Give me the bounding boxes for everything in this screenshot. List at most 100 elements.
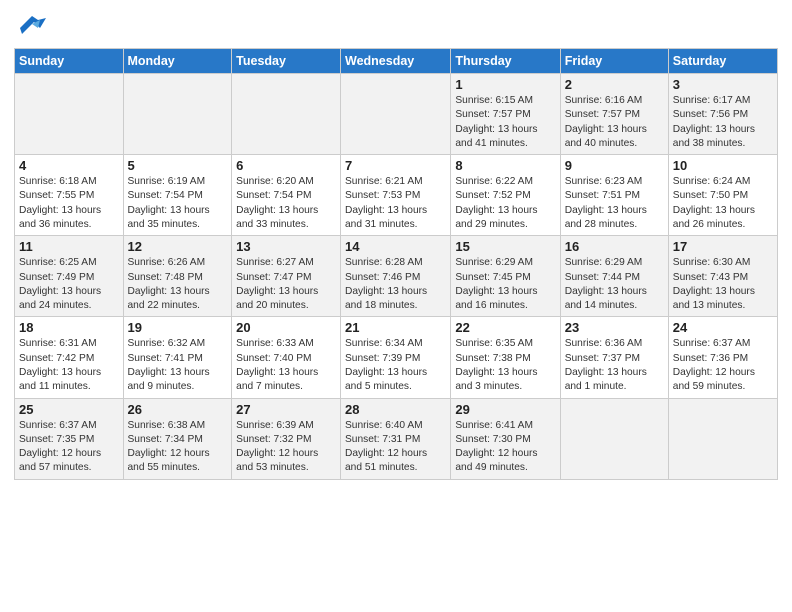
calendar-week-row: 18 Sunrise: 6:31 AM Sunset: 7:42 PM Dayli… [15,317,778,398]
day-info: Sunrise: 6:15 AM Sunset: 7:57 PM Dayligh… [455,94,555,151]
calendar-cell: 8 Sunrise: 6:22 AM Sunset: 7:52 PM Daylig… [451,155,560,236]
day-number: 20 [236,320,336,335]
day-number: 3 [673,77,773,92]
calendar-cell: 6Sunrise: 6:20 AM Sunset: 7:54 PM Daylig… [232,155,341,236]
day-info: Sunrise: 6:31 AM Sunset: 7:42 PM Dayligh… [19,337,119,394]
day-number: 22 [455,320,555,335]
day-number: 25 [19,402,119,417]
day-info: Sunrise: 6:27 AM Sunset: 7:47 PM Dayligh… [236,256,336,313]
day-of-week-header: Tuesday [232,49,341,74]
day-info: Sunrise: 6:20 AM Sunset: 7:54 PM Dayligh… [236,175,336,232]
day-number: 29 [455,402,555,417]
calendar-cell: 16 Sunrise: 6:29 AM Sunset: 7:44 PM Dayli… [560,236,668,317]
day-number: 7 [345,158,446,173]
day-info: Sunrise: 6:36 AM Sunset: 7:37 PM Dayligh… [565,337,664,394]
day-info: Sunrise: 6:41 AM Sunset: 7:30 PM Dayligh… [455,419,555,476]
day-of-week-header: Saturday [668,49,777,74]
day-info: Sunrise: 6:23 AM Sunset: 7:51 PM Dayligh… [565,175,664,232]
calendar-cell: 25 Sunrise: 6:37 AM Sunset: 7:35 PM Dayli… [15,398,124,479]
calendar-table: SundayMondayTuesdayWednesdayThursdayFrid… [14,48,778,480]
logo [14,14,46,42]
calendar-cell: 11 Sunrise: 6:25 AM Sunset: 7:49 PM Dayli… [15,236,124,317]
calendar-cell: 3 Sunrise: 6:17 AM Sunset: 7:56 PM Daylig… [668,74,777,155]
day-number: 16 [565,239,664,254]
day-number: 23 [565,320,664,335]
day-number: 21 [345,320,446,335]
calendar-cell: 14 Sunrise: 6:28 AM Sunset: 7:46 PM Dayli… [341,236,451,317]
header [14,10,778,42]
calendar-cell: 24 Sunrise: 6:37 AM Sunset: 7:36 PM Dayli… [668,317,777,398]
calendar-cell: 7 Sunrise: 6:21 AM Sunset: 7:53 PM Daylig… [341,155,451,236]
day-info: Sunrise: 6:38 AM Sunset: 7:34 PM Dayligh… [128,419,228,476]
day-number: 10 [673,158,773,173]
calendar-cell: 22 Sunrise: 6:35 AM Sunset: 7:38 PM Dayli… [451,317,560,398]
day-number: 15 [455,239,555,254]
day-info: Sunrise: 6:37 AM Sunset: 7:35 PM Dayligh… [19,419,119,476]
day-number: 4 [19,158,119,173]
calendar-cell: 23 Sunrise: 6:36 AM Sunset: 7:37 PM Dayli… [560,317,668,398]
calendar-cell: 2 Sunrise: 6:16 AM Sunset: 7:57 PM Daylig… [560,74,668,155]
day-info: Sunrise: 6:16 AM Sunset: 7:57 PM Dayligh… [565,94,664,151]
calendar-cell: 28 Sunrise: 6:40 AM Sunset: 7:31 PM Dayli… [341,398,451,479]
calendar-week-row: 11 Sunrise: 6:25 AM Sunset: 7:49 PM Dayli… [15,236,778,317]
day-info: Sunrise: 6:29 AM Sunset: 7:45 PM Dayligh… [455,256,555,313]
calendar-cell: 21 Sunrise: 6:34 AM Sunset: 7:39 PM Dayli… [341,317,451,398]
day-of-week-header: Sunday [15,49,124,74]
calendar-cell: 18 Sunrise: 6:31 AM Sunset: 7:42 PM Dayli… [15,317,124,398]
day-number: 2 [565,77,664,92]
calendar-cell: 29 Sunrise: 6:41 AM Sunset: 7:30 PM Dayli… [451,398,560,479]
day-number: 5 [128,158,228,173]
calendar-cell: 4 Sunrise: 6:18 AM Sunset: 7:55 PM Daylig… [15,155,124,236]
day-of-week-header: Wednesday [341,49,451,74]
day-info: Sunrise: 6:37 AM Sunset: 7:36 PM Dayligh… [673,337,773,394]
day-number: 9 [565,158,664,173]
calendar-cell: 15 Sunrise: 6:29 AM Sunset: 7:45 PM Dayli… [451,236,560,317]
day-info: Sunrise: 6:28 AM Sunset: 7:46 PM Dayligh… [345,256,446,313]
calendar-cell [668,398,777,479]
calendar-week-row: 1 Sunrise: 6:15 AM Sunset: 7:57 PM Daylig… [15,74,778,155]
day-number: 24 [673,320,773,335]
calendar-header-row: SundayMondayTuesdayWednesdayThursdayFrid… [15,49,778,74]
calendar-cell: 9 Sunrise: 6:23 AM Sunset: 7:51 PM Daylig… [560,155,668,236]
day-info: Sunrise: 6:25 AM Sunset: 7:49 PM Dayligh… [19,256,119,313]
calendar-cell [15,74,124,155]
calendar-cell [123,74,232,155]
day-number: 8 [455,158,555,173]
day-info: Sunrise: 6:34 AM Sunset: 7:39 PM Dayligh… [345,337,446,394]
day-info: Sunrise: 6:24 AM Sunset: 7:50 PM Dayligh… [673,175,773,232]
day-info: Sunrise: 6:30 AM Sunset: 7:43 PM Dayligh… [673,256,773,313]
day-number: 11 [19,239,119,254]
calendar-cell: 13 Sunrise: 6:27 AM Sunset: 7:47 PM Dayli… [232,236,341,317]
calendar-cell: 20 Sunrise: 6:33 AM Sunset: 7:40 PM Dayli… [232,317,341,398]
calendar-week-row: 4 Sunrise: 6:18 AM Sunset: 7:55 PM Daylig… [15,155,778,236]
day-info: Sunrise: 6:19 AM Sunset: 7:54 PM Dayligh… [128,175,228,232]
calendar-cell: 17Sunrise: 6:30 AM Sunset: 7:43 PM Dayli… [668,236,777,317]
day-info: Sunrise: 6:29 AM Sunset: 7:44 PM Dayligh… [565,256,664,313]
day-number: 14 [345,239,446,254]
day-info: Sunrise: 6:33 AM Sunset: 7:40 PM Dayligh… [236,337,336,394]
day-info: Sunrise: 6:17 AM Sunset: 7:56 PM Dayligh… [673,94,773,151]
logo-bird-icon [18,14,46,42]
day-info: Sunrise: 6:35 AM Sunset: 7:38 PM Dayligh… [455,337,555,394]
calendar-cell: 1 Sunrise: 6:15 AM Sunset: 7:57 PM Daylig… [451,74,560,155]
calendar-cell: 10 Sunrise: 6:24 AM Sunset: 7:50 PM Dayli… [668,155,777,236]
day-number: 1 [455,77,555,92]
calendar-cell: 12Sunrise: 6:26 AM Sunset: 7:48 PM Dayli… [123,236,232,317]
day-info: Sunrise: 6:21 AM Sunset: 7:53 PM Dayligh… [345,175,446,232]
calendar-cell [232,74,341,155]
day-of-week-header: Friday [560,49,668,74]
day-number: 19 [128,320,228,335]
calendar-week-row: 25 Sunrise: 6:37 AM Sunset: 7:35 PM Dayli… [15,398,778,479]
calendar-cell [341,74,451,155]
day-info: Sunrise: 6:18 AM Sunset: 7:55 PM Dayligh… [19,175,119,232]
page: SundayMondayTuesdayWednesdayThursdayFrid… [0,0,792,612]
day-number: 18 [19,320,119,335]
day-info: Sunrise: 6:40 AM Sunset: 7:31 PM Dayligh… [345,419,446,476]
calendar-cell: 26Sunrise: 6:38 AM Sunset: 7:34 PM Dayli… [123,398,232,479]
day-of-week-header: Monday [123,49,232,74]
day-number: 13 [236,239,336,254]
day-of-week-header: Thursday [451,49,560,74]
day-info: Sunrise: 6:22 AM Sunset: 7:52 PM Dayligh… [455,175,555,232]
day-number: 28 [345,402,446,417]
day-number: 12 [128,239,228,254]
